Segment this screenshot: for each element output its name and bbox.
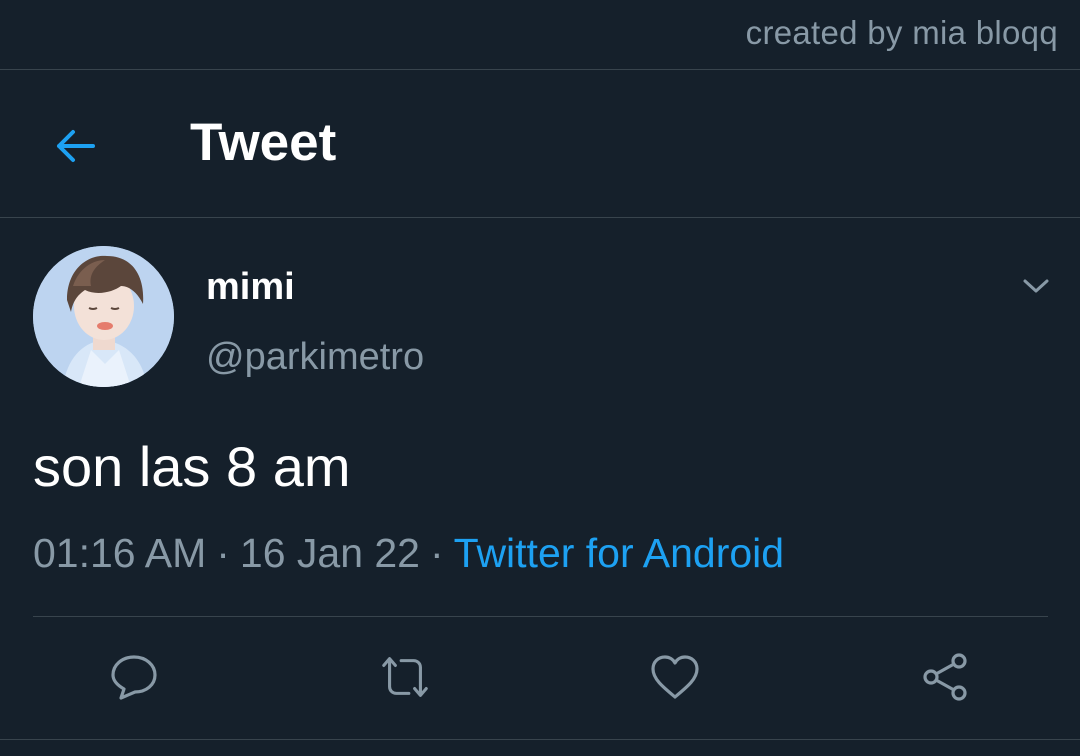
chevron-down-icon (1023, 279, 1049, 293)
page-title: Tweet (190, 113, 337, 172)
reply-button[interactable] (107, 650, 161, 704)
share-icon (923, 653, 967, 701)
tweet-meta: 01:16 AM · 16 Jan 22 · Twitter for Android (33, 530, 784, 577)
meta-separator: · (216, 530, 230, 576)
retweet-button[interactable] (378, 650, 432, 704)
like-button[interactable] (648, 650, 702, 704)
like-icon (651, 655, 699, 699)
top-divider (0, 69, 1080, 70)
actions-divider (33, 616, 1048, 617)
author-handle[interactable]: @parkimetro (206, 336, 424, 379)
arrow-left-icon (57, 130, 95, 162)
share-button[interactable] (918, 650, 972, 704)
author-display-name[interactable]: mimi (206, 266, 295, 309)
tweet-date: 16 Jan 22 (239, 530, 420, 576)
header-divider (0, 217, 1080, 218)
bottom-divider (0, 739, 1080, 740)
tweet-time: 01:16 AM (33, 530, 207, 576)
tweet-source-link[interactable]: Twitter for Android (454, 530, 784, 576)
watermark-text: created by mia bloqq (745, 14, 1058, 51)
avatar[interactable] (33, 246, 174, 387)
tweet-text: son las 8 am (33, 435, 351, 498)
tweet-options-button[interactable] (1014, 264, 1058, 308)
reply-icon (111, 655, 157, 700)
back-button[interactable] (48, 120, 100, 172)
retweet-icon (382, 657, 428, 697)
meta-separator: · (430, 530, 444, 576)
